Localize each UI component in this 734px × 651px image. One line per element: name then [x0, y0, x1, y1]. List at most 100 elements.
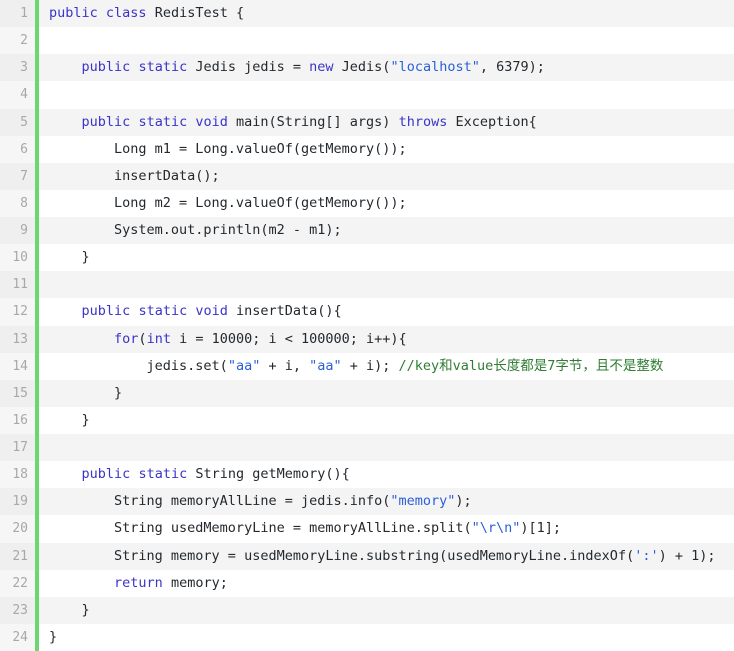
code-line[interactable]: 23 } [0, 596, 734, 624]
code-line[interactable]: 16 } [0, 406, 734, 434]
code-line[interactable]: 9 System.out.println(m2 - m1); [0, 217, 734, 245]
code-text[interactable]: } [39, 624, 734, 651]
code-line[interactable]: 6 Long m1 = Long.valueOf(getMemory()); [0, 135, 734, 163]
code-line[interactable]: 3 public static Jedis jedis = new Jedis(… [0, 54, 734, 82]
code-line[interactable]: 19 String memoryAllLine = jedis.info("me… [0, 488, 734, 516]
line-number: 22 [0, 569, 35, 597]
code-text[interactable]: public static Jedis jedis = new Jedis("l… [39, 54, 734, 81]
code-token-kw: static [138, 59, 188, 76]
code-line[interactable]: 22 return memory; [0, 569, 734, 597]
line-number: 16 [0, 406, 35, 434]
code-text[interactable]: String memory = usedMemoryLine.substring… [39, 543, 734, 570]
code-token-str: "memory" [390, 493, 456, 510]
code-line[interactable]: 18 public static String getMemory(){ [0, 461, 734, 489]
code-token-plain: Exception{ [447, 113, 537, 130]
code-line[interactable]: 2 [0, 27, 734, 55]
code-line[interactable]: 10 } [0, 244, 734, 272]
code-token-kw: public [81, 303, 131, 320]
code-text[interactable]: insertData(); [39, 163, 734, 190]
code-text[interactable]: String usedMemoryLine = memoryAllLine.sp… [39, 515, 734, 542]
code-line[interactable]: 12 public static void insertData(){ [0, 298, 734, 326]
code-line[interactable]: 5 public static void main(String[] args)… [0, 108, 734, 136]
code-text[interactable]: return memory; [39, 570, 734, 597]
code-text[interactable]: } [39, 597, 734, 624]
code-token-kw: class [105, 5, 147, 21]
code-token-kw: new [309, 59, 334, 76]
code-token-kw: int [146, 330, 171, 347]
code-line[interactable]: 17 [0, 434, 734, 462]
code-line[interactable]: 8 Long m2 = Long.valueOf(getMemory()); [0, 189, 734, 217]
code-text[interactable]: } [39, 380, 734, 407]
code-token-kw: for [114, 330, 139, 347]
code-token-plain: ); [455, 493, 472, 510]
code-line[interactable]: 21 String memory = usedMemoryLine.substr… [0, 542, 734, 570]
code-token-cmt: //key和value长度都是7字节，且不是整数 [398, 357, 664, 374]
code-text[interactable]: Long m2 = Long.valueOf(getMemory()); [39, 190, 734, 217]
code-text[interactable]: public static void main(String[] args) t… [39, 109, 734, 136]
code-line[interactable]: 1 public class RedisTest { [0, 0, 734, 28]
code-text[interactable]: public static String getMemory(){ [39, 461, 734, 488]
code-token-plain: insertData(); [49, 167, 220, 184]
code-token-kw: public [49, 5, 98, 21]
code-line[interactable]: 7 insertData(); [0, 162, 734, 190]
code-line[interactable]: 13 for(int i = 10000; i < 100000; i++){ [0, 325, 734, 353]
code-text[interactable]: System.out.println(m2 - m1); [39, 217, 734, 244]
code-line[interactable]: 4 [0, 81, 734, 109]
code-token-plain: } [49, 601, 90, 618]
line-number: 13 [0, 325, 35, 353]
code-token-str: ':' [634, 547, 659, 564]
code-token-plain: String memoryAllLine = jedis.info( [49, 493, 391, 510]
code-text[interactable]: } [39, 407, 734, 434]
code-line[interactable]: 14 jedis.set("aa" + i, "aa" + i); //key和… [0, 352, 734, 380]
code-line[interactable]: 24} [0, 623, 734, 651]
code-text[interactable]: String memoryAllLine = jedis.info("memor… [39, 488, 734, 515]
code-token-plain: Long m2 = Long.valueOf(getMemory()); [49, 194, 407, 211]
code-token-str: "aa" [227, 357, 261, 374]
line-number: 7 [0, 162, 35, 190]
code-line[interactable]: 15 } [0, 379, 734, 407]
code-token-plain: jedis.set( [49, 357, 228, 374]
code-token-plain: } [49, 384, 123, 401]
code-token-plain: ) + 1); [658, 547, 716, 564]
line-number: 23 [0, 596, 35, 624]
code-token-plain: String memory = usedMemoryLine.substring… [49, 547, 635, 564]
code-token-plain: } [49, 628, 58, 645]
line-number: 10 [0, 244, 35, 272]
code-text[interactable]: Long m1 = Long.valueOf(getMemory()); [39, 136, 734, 163]
code-token-kw: public [81, 59, 131, 76]
code-token-kw: return [114, 574, 163, 591]
code-token-kw: public [81, 466, 131, 483]
change-marker-icon [35, 271, 39, 299]
line-number: 21 [0, 542, 35, 570]
code-token-plain: main(String[] args) [227, 113, 399, 130]
code-token-str: "localhost" [390, 59, 480, 76]
code-token-kw: public [81, 113, 131, 130]
code-token-plain: Long m1 = Long.valueOf(getMemory()); [49, 140, 407, 157]
code-text[interactable]: public class RedisTest { [39, 0, 734, 27]
code-token-plain: String usedMemoryLine = memoryAllLine.sp… [49, 520, 472, 537]
code-line[interactable]: 11 [0, 271, 734, 299]
line-number: 19 [0, 488, 35, 516]
code-token-plain: + i, [260, 357, 310, 374]
code-token-kw: void [195, 303, 228, 320]
code-token-plain: } [49, 411, 90, 428]
code-line[interactable]: 20 String usedMemoryLine = memoryAllLine… [0, 515, 734, 543]
code-text[interactable]: for(int i = 10000; i < 100000; i++){ [39, 326, 734, 353]
line-number: 18 [0, 461, 35, 489]
line-number: 5 [0, 108, 35, 136]
code-text[interactable]: jedis.set("aa" + i, "aa" + i); //key和val… [39, 353, 734, 380]
code-token-plain: Jedis( [333, 59, 391, 76]
code-text[interactable]: public static void insertData(){ [39, 298, 734, 325]
line-number: 20 [0, 515, 35, 543]
code-editor[interactable]: 1 public class RedisTest {2 3 public stati… [0, 0, 734, 651]
line-number: 9 [0, 217, 35, 245]
code-lines-container[interactable]: 1 public class RedisTest {2 3 public stati… [0, 0, 734, 651]
code-token-plain: insertData(){ [227, 303, 342, 320]
code-token-plain: + i); [341, 357, 399, 374]
code-text[interactable]: } [39, 244, 734, 271]
